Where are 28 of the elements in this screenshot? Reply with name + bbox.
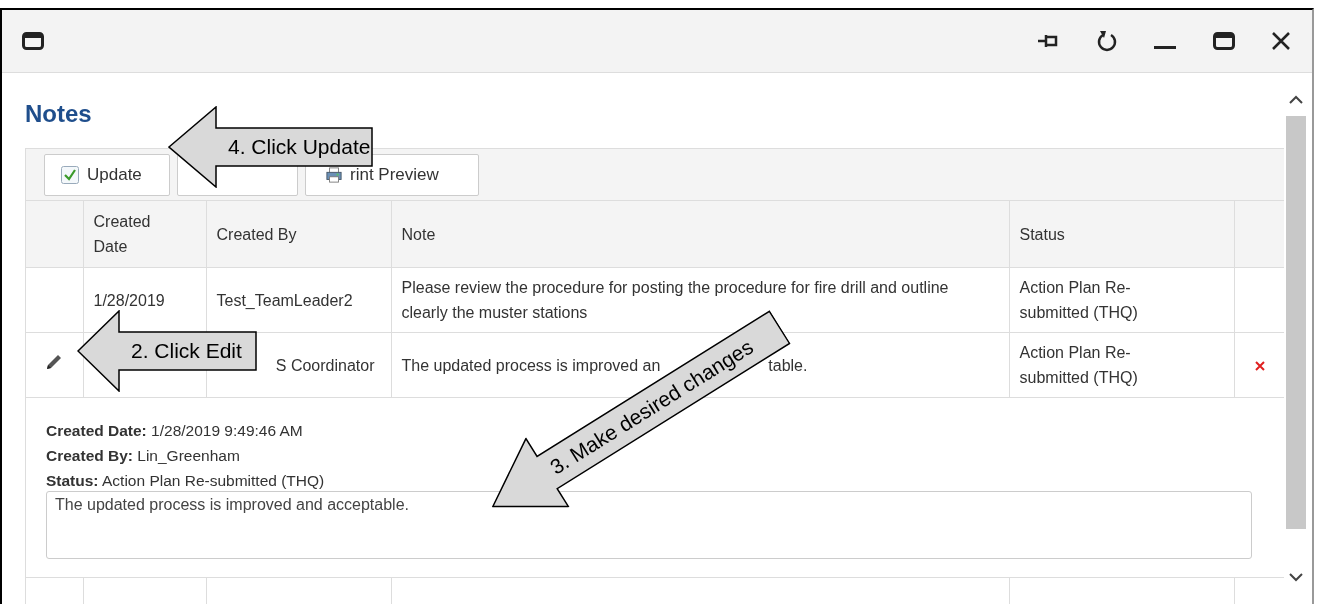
printer-icon: [326, 167, 342, 183]
window-icon: [22, 32, 44, 50]
table-cell: Action Plan Re-submitted (THQ): [1009, 267, 1234, 333]
toolbar-button[interactable]: Update: [44, 154, 170, 196]
delete-icon[interactable]: [1255, 360, 1266, 371]
close-icon[interactable]: [1272, 32, 1290, 50]
refresh-icon[interactable]: [1097, 30, 1117, 52]
scroll-down-icon[interactable]: [1289, 573, 1303, 582]
scroll-thumb[interactable]: [1286, 116, 1306, 529]
pin-icon[interactable]: [1038, 33, 1060, 49]
detail-field: Status: Action Plan Re-submitted (THQ): [46, 468, 325, 493]
callout-tooltip: 2. Click Edit: [77, 310, 257, 392]
table-cell: Please review the procedure for posting the procedure for fire drill and outline clearly the muster stations: [401, 279, 949, 321]
column-header[interactable]: Status: [1009, 201, 1234, 268]
table-cell: The updated process is improved an: [401, 356, 661, 374]
table-cell: Action Plan Re-submitted (THQ): [1009, 332, 1234, 398]
note-field[interactable]: The updated process is improved and acceptable.: [46, 491, 1252, 559]
column-header[interactable]: Note: [391, 201, 1009, 268]
detail-field: Created By: Lin_Greenham: [46, 443, 240, 468]
column-header[interactable]: Created By: [206, 201, 391, 268]
notes-heading: Notes: [25, 99, 92, 129]
maximize-icon[interactable]: [1213, 32, 1235, 50]
column-header[interactable]: Created Date: [83, 201, 206, 268]
scroll-up-icon[interactable]: [1289, 95, 1303, 104]
detail-field: Created Date: 1/28/2019 9:49:46 AM: [46, 418, 303, 443]
checkmark-icon: [61, 166, 79, 184]
table-cell: table.: [768, 356, 808, 374]
pencil-icon[interactable]: [45, 352, 64, 371]
